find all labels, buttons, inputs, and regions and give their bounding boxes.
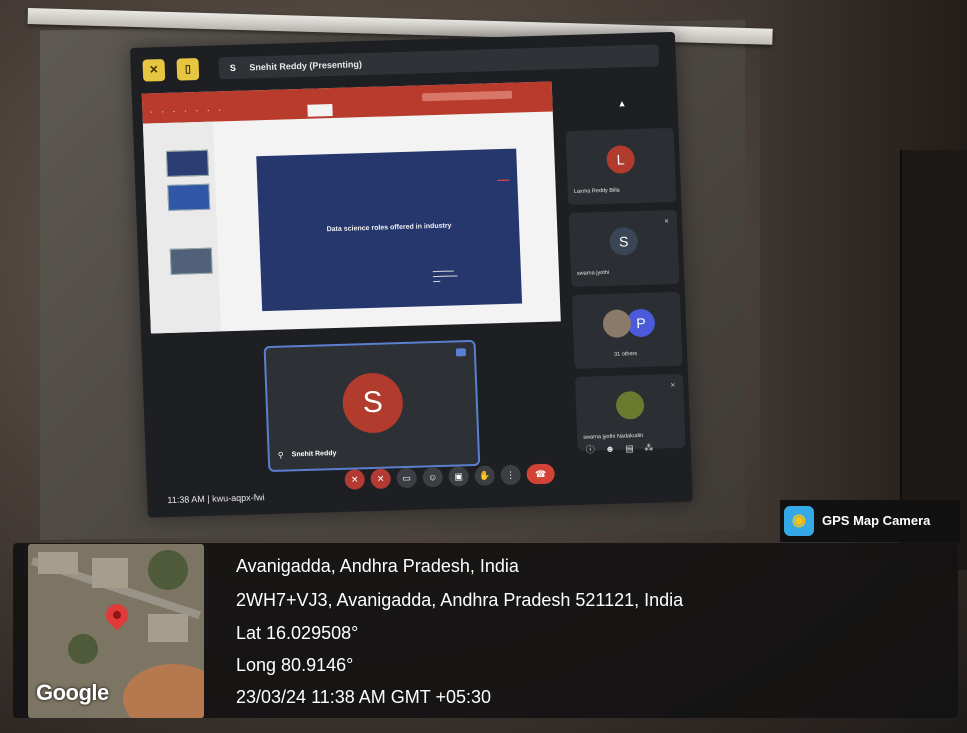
slide-title: Data science roles offered in industry — [326, 222, 452, 234]
slide-thumbnails — [142, 121, 221, 334]
gps-longitude: Long 80.9146° — [236, 655, 354, 675]
map-trees — [148, 550, 188, 590]
map-building — [148, 614, 188, 642]
presenter-label: Snehit Reddy (Presenting) — [249, 59, 363, 73]
slide-thumbnail — [167, 183, 211, 211]
ppt-active-tab — [307, 104, 333, 117]
gps-timestamp: 23/03/24 11:38 AM GMT +05:30 — [236, 687, 492, 707]
gps-address: 2WH7+VJ3, Avanigadda, Andhra Pradesh 521… — [236, 590, 684, 610]
gps-location-title: Avanigadda, Andhra Pradesh, India — [236, 556, 519, 576]
gps-latitude: Lat 16.029508° — [236, 623, 359, 643]
slide-subtitle: ▬▬▬▬▬▬ ▬▬▬▬▬▬▬ ▬▬ — [432, 268, 458, 284]
map-thumbnail: Google — [28, 544, 204, 718]
raise-hand-icon[interactable]: ✋ — [474, 465, 496, 486]
speaking-indicator-icon — [455, 348, 467, 357]
end-call-icon[interactable]: ☎ — [526, 463, 556, 485]
layout-icon[interactable]: ▯ — [176, 57, 200, 81]
side-controls: ⓘ ☻ ▤ ⁂ — [585, 440, 661, 455]
gps-camera-logo-icon: ◉ — [784, 506, 814, 536]
participant-photo-avatar — [602, 309, 632, 339]
shared-presentation: ▪ ▪ ▪ ▪ ▪ ▪ ▪ ▬▬▬ Data science roles offered i… — [141, 81, 561, 334]
participant-tile-others[interactable]: P 31 others — [571, 291, 683, 369]
participant-avatar: S — [609, 227, 639, 256]
gps-brand-label: GPS Map Camera — [822, 513, 931, 528]
self-avatar: S — [341, 372, 404, 434]
more-options-icon[interactable]: ⋮ — [500, 464, 522, 486]
meeting-info: 11:38 AM | kwu-aqpx-fwi — [167, 492, 265, 505]
ppt-tabs: ▪ ▪ ▪ ▪ ▪ ▪ ▪ — [150, 107, 221, 115]
photo-background: ✕ ▯ S Snehit Reddy (Presenting) ▲ ▪ ▪ ▪ ▪ ▪ ▪… — [0, 0, 967, 733]
chat-icon[interactable]: ▤ — [625, 443, 634, 453]
activities-icon[interactable]: ⁂ — [644, 443, 653, 453]
gps-map-camera-badge: ◉ GPS Map Camera — [780, 500, 960, 542]
people-icon[interactable]: ☻ — [605, 444, 615, 454]
participant-tile[interactable]: ✕ S swarna jyothi — [568, 209, 680, 287]
map-building — [38, 552, 78, 574]
meeting-code: kwu-aqpx-fwi — [211, 492, 265, 504]
slide-tag: ▬▬▬ — [497, 176, 510, 183]
mic-toggle-icon[interactable]: ✕ — [344, 469, 366, 490]
present-icon[interactable]: ▣ — [448, 466, 470, 487]
mic-off-icon[interactable]: ✕ — [142, 58, 166, 82]
self-video-tile[interactable]: S ⚲ Snehit Reddy — [263, 339, 481, 473]
participant-avatar: L — [606, 145, 636, 174]
camera-toggle-icon[interactable]: ✕ — [370, 468, 392, 490]
location-pin-icon — [101, 599, 133, 631]
map-provider-logo: Google — [36, 680, 109, 705]
participant-name: Laxma Reddy Billa — [573, 187, 620, 195]
self-name: Snehit Reddy — [291, 450, 337, 459]
current-slide: ▬▬▬ Data science roles offered in indust… — [256, 148, 523, 312]
participant-tile[interactable]: ✕ swarna jyothi Nadakuditi — [574, 373, 686, 451]
participant-name: swarna jyothi — [576, 269, 610, 277]
presenter-bar: S Snehit Reddy (Presenting) — [218, 44, 660, 80]
meeting-time: 11:38 AM — [167, 493, 205, 506]
ppt-search — [421, 90, 513, 102]
mic-muted-icon: ✕ — [663, 219, 670, 226]
ppt-ribbon: ▪ ▪ ▪ ▪ ▪ ▪ ▪ — [141, 81, 553, 124]
captions-icon[interactable]: ▭ — [396, 467, 418, 489]
mouse-cursor-icon: ▲ — [617, 98, 627, 109]
emoji-icon[interactable]: ☺ — [422, 466, 444, 488]
map-field — [123, 664, 204, 718]
slide-thumbnail — [169, 247, 213, 275]
map-trees — [68, 634, 98, 664]
slide-thumbnail — [165, 149, 209, 177]
meeting-controls: ✕ ✕ ▭ ☺ ▣ ✋ ⋮ ☎ — [344, 463, 556, 494]
map-building — [92, 558, 128, 588]
participant-name: 31 others — [614, 351, 638, 358]
participant-name: swarna jyothi Nadakuditi — [583, 432, 644, 441]
mic-muted-icon: ✕ — [670, 382, 676, 390]
participant-photo-avatar — [615, 390, 645, 420]
participant-tile[interactable]: L Laxma Reddy Billa — [565, 127, 677, 206]
pin-icon[interactable]: ⚲ — [278, 451, 284, 460]
info-icon[interactable]: ⓘ — [586, 444, 595, 454]
presenter-avatar: S — [224, 59, 242, 77]
meet-window: ✕ ▯ S Snehit Reddy (Presenting) ▲ ▪ ▪ ▪ ▪ ▪ ▪… — [130, 31, 693, 518]
